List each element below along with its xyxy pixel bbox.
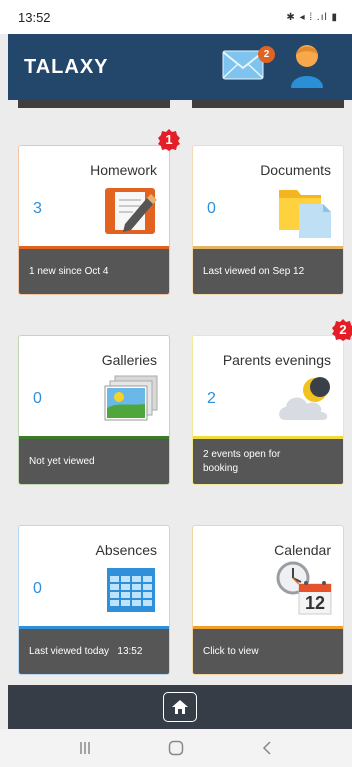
tile-footer: Click to view xyxy=(193,626,343,674)
tile-strip-left xyxy=(18,100,170,108)
recent-apps-button[interactable] xyxy=(70,736,100,760)
calendar-icon: 12 xyxy=(275,558,333,616)
homework-icon xyxy=(105,188,157,234)
tile-absences[interactable]: Absences 0 Last viewed today 13:52 xyxy=(18,525,170,675)
tile-footer: 2 events open for booking xyxy=(193,436,343,484)
tile-homework[interactable]: Homework 3 1 new since Oct 4 xyxy=(18,145,170,295)
homework-notification-badge: 1 xyxy=(158,129,180,151)
tile-parents-evenings[interactable]: Parents evenings 2 2 events open for boo… xyxy=(192,335,344,485)
app-logo: TALAXY xyxy=(24,55,109,78)
tile-footer-text: Not yet viewed xyxy=(29,455,95,467)
status-icons: ✱ ◂ ⁞ .ıl ▮ xyxy=(286,11,338,23)
tile-footer: Last viewed on Sep 12 xyxy=(193,246,343,294)
bottom-nav-bar xyxy=(8,685,352,729)
tile-count: 0 xyxy=(207,200,216,217)
home-icon xyxy=(172,700,188,714)
status-time: 13:52 xyxy=(18,9,51,25)
tile-count: 2 xyxy=(207,390,216,407)
system-navigation-bar xyxy=(0,729,352,767)
absences-icon xyxy=(107,568,155,612)
recent-apps-icon xyxy=(80,742,91,754)
profile-icon[interactable] xyxy=(289,42,325,88)
tile-footer-text: Last viewed on Sep 12 xyxy=(203,265,305,277)
tile-strip-right xyxy=(192,100,344,108)
tile-footer-text: 1 new since Oct 4 xyxy=(29,265,109,277)
calendar-day: 12 xyxy=(304,593,326,613)
tile-footer: Last viewed today 13:52 xyxy=(19,626,169,674)
mail-button[interactable]: 2 xyxy=(222,46,275,80)
tile-count: 0 xyxy=(33,390,42,407)
system-home-icon xyxy=(168,740,184,756)
tile-footer-text: 2 events open for booking xyxy=(203,449,281,474)
tile-footer: Not yet viewed xyxy=(19,436,169,484)
app-header: TALAXY 2 xyxy=(8,34,352,100)
tile-title: Documents xyxy=(260,162,331,178)
tile-title: Galleries xyxy=(101,352,157,368)
tile-calendar[interactable]: Calendar 12 Click to view xyxy=(192,525,344,675)
tile-footer-text: Click to view xyxy=(203,645,259,657)
tile-documents[interactable]: Documents 0 Last viewed on Sep 12 xyxy=(192,145,344,295)
notification-count: 1 xyxy=(165,132,173,147)
parents-evenings-notification-badge: 2 xyxy=(332,319,352,341)
home-button[interactable] xyxy=(163,692,197,722)
system-home-button[interactable] xyxy=(161,736,191,760)
documents-icon xyxy=(279,190,331,238)
back-icon xyxy=(262,741,271,755)
tile-title: Absences xyxy=(95,542,157,558)
tile-title: Parents evenings xyxy=(222,352,331,368)
tile-count: 0 xyxy=(33,580,42,597)
status-bar: 13:52 ✱ ◂ ⁞ .ıl ▮ xyxy=(0,0,352,34)
tile-title: Homework xyxy=(90,162,157,178)
back-button[interactable] xyxy=(252,736,282,760)
tile-footer: 1 new since Oct 4 xyxy=(19,246,169,294)
tile-count: 3 xyxy=(33,200,42,217)
tile-title: Calendar xyxy=(274,542,331,558)
tile-galleries[interactable]: Galleries 0 Not yet viewed xyxy=(18,335,170,485)
weather-icon xyxy=(279,377,330,420)
galleries-icon xyxy=(104,375,158,421)
notification-count: 2 xyxy=(339,322,347,337)
tile-footer-text: Last viewed today 13:52 xyxy=(29,645,143,657)
mail-badge: 2 xyxy=(258,46,275,63)
